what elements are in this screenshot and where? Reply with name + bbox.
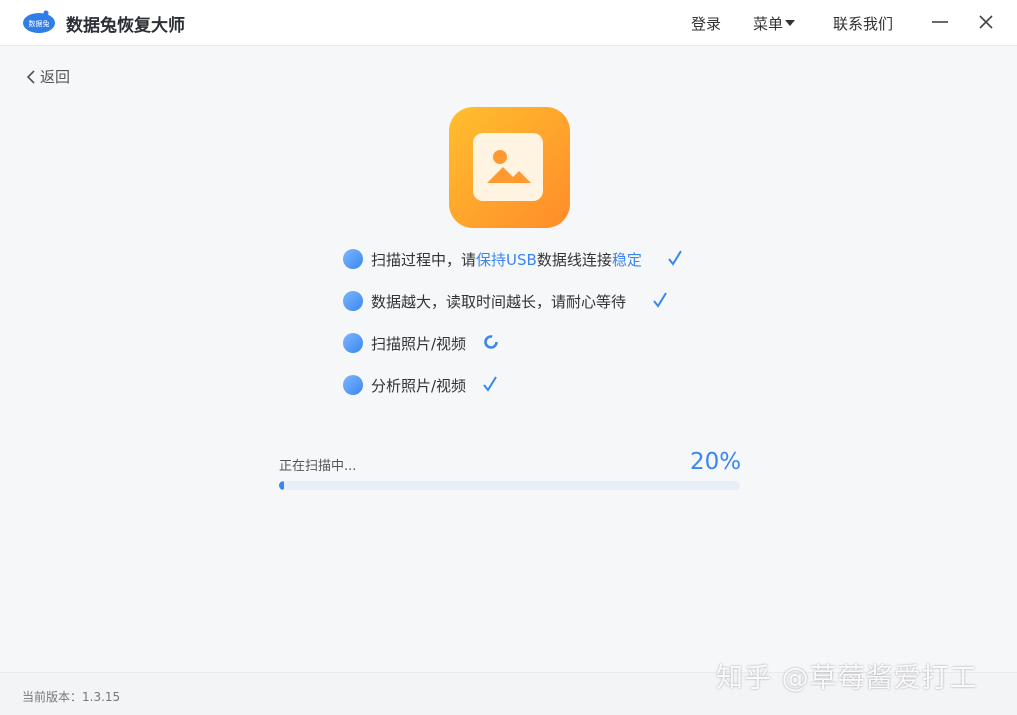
photo-recovery-hero — [449, 107, 570, 228]
scan-status-label: 正在扫描中... — [279, 459, 357, 474]
step-usb-text: 扫描过程中，请保持USB数据线连接稳定 — [371, 249, 642, 270]
clock-icon — [343, 291, 363, 311]
title-bar: 数据兔 数据兔恢复大师 登录 菜单 联系我们 — [0, 0, 1017, 46]
step-analyze-media-text: 分析照片/视频 — [371, 377, 467, 395]
back-button[interactable]: 返回 — [26, 66, 70, 87]
contact-label: 联系我们 — [833, 15, 894, 33]
chevron-left-icon — [26, 70, 35, 84]
watermark-text: 知乎 @草莓酱爱打工 — [716, 663, 978, 694]
step-usb-text-a: 扫描过程中，请 — [371, 251, 477, 269]
check-icon — [668, 250, 682, 266]
photo-icon — [473, 133, 543, 201]
minimize-icon[interactable] — [925, 8, 955, 36]
close-icon[interactable] — [971, 8, 1001, 36]
step-usb-text-hl1: 保持USB — [476, 251, 537, 269]
back-label: 返回 — [40, 68, 71, 86]
logo-text: 数据兔 — [29, 19, 50, 28]
login-button[interactable]: 登录 — [691, 13, 721, 34]
app-title: 数据兔恢复大师 — [66, 16, 185, 36]
usb-icon — [343, 249, 363, 269]
caret-down-icon — [785, 20, 796, 26]
chart-icon — [343, 375, 363, 395]
scan-progress-bar — [279, 481, 740, 490]
check-icon — [653, 292, 667, 308]
scan-target-icon — [343, 333, 363, 353]
login-label: 登录 — [691, 15, 722, 33]
app-logo-icon: 数据兔 — [23, 10, 55, 33]
step-usb-text-b: 数据线连接 — [536, 251, 612, 269]
step-scan-media-text: 扫描照片/视频 — [371, 335, 467, 353]
contact-us-button[interactable]: 联系我们 — [833, 13, 893, 34]
check-icon — [483, 376, 497, 392]
menu-label: 菜单 — [753, 15, 784, 33]
scan-percent: 20% — [690, 449, 742, 475]
step-usb-text-hl2: 稳定 — [611, 251, 642, 269]
menu-button[interactable]: 菜单 — [753, 13, 796, 34]
step-wait-text: 数据越大，读取时间越长，请耐心等待 — [371, 293, 627, 311]
version-label: 当前版本：1.3.15 — [22, 690, 121, 704]
loading-spinner-icon — [484, 335, 498, 349]
scan-progress-fill — [279, 481, 284, 490]
